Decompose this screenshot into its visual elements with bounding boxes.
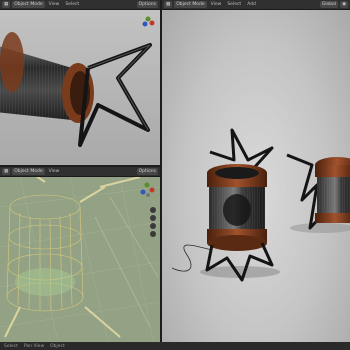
mode-dropdown[interactable]: Object Mode (12, 168, 45, 175)
eye-icon[interactable]: ◉ (340, 1, 348, 8)
model-view-top-left (0, 32, 152, 147)
viewport-right[interactable]: ▦ Object Mode View Select Add Global ◉ (162, 0, 350, 350)
viewport-header: ▦ Object Mode View Select Add Global ◉ (162, 0, 350, 10)
viewport-header: ▦ Object Mode View Select Options (0, 0, 160, 10)
editor-type-button[interactable]: ▦ (164, 1, 173, 8)
shading-dropdown[interactable]: Options (136, 1, 158, 8)
menu-view[interactable]: View (47, 2, 62, 7)
status-object: Object (50, 343, 65, 349)
menu-view[interactable]: View (47, 169, 62, 174)
menu-view[interactable]: View (209, 2, 224, 7)
axis-gizmo-icon[interactable] (140, 14, 156, 34)
hand-icon[interactable] (150, 215, 156, 221)
shading-dropdown[interactable]: Options (136, 168, 158, 175)
grid-icon[interactable] (150, 231, 156, 237)
mode-dropdown[interactable]: Object Mode (12, 1, 45, 8)
viewport-top-left[interactable]: ▦ Object Mode View Select Options (0, 0, 160, 165)
viewport-bottom-left[interactable]: ▦ Object Mode View Options (0, 167, 160, 350)
editor-type-button[interactable]: ▦ (2, 1, 11, 8)
editor-type-button[interactable]: ▦ (2, 168, 11, 175)
viewport-header: ▦ Object Mode View Options (0, 167, 160, 177)
menu-add[interactable]: Add (245, 2, 258, 7)
status-bar: Select Pan View Object (0, 342, 350, 350)
status-select: Select (4, 343, 18, 349)
overlay-dropdown[interactable]: Global (319, 1, 339, 8)
menu-select[interactable]: Select (63, 2, 81, 7)
axis-gizmo-icon[interactable] (138, 181, 156, 203)
menu-select[interactable]: Select (225, 2, 243, 7)
wireframe-model (0, 171, 160, 350)
camera-icon[interactable] (150, 223, 156, 229)
mode-dropdown[interactable]: Object Mode (174, 1, 207, 8)
status-pan: Pan View (23, 343, 45, 349)
rendered-scene (171, 128, 350, 282)
zoom-icon[interactable] (150, 207, 156, 213)
